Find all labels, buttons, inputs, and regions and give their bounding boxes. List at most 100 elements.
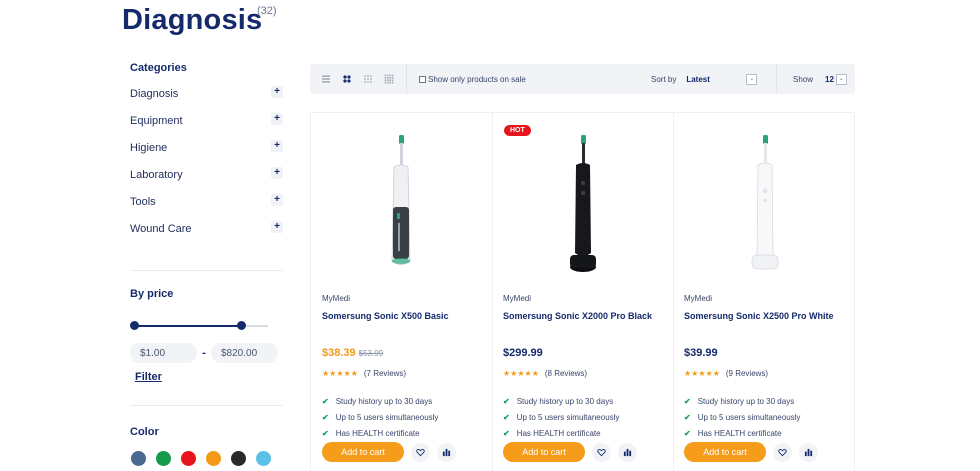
wishlist-button[interactable]: [411, 442, 430, 462]
wishlist-button[interactable]: [592, 442, 611, 462]
color-swatch[interactable]: [256, 451, 271, 466]
grid-4-view-icon[interactable]: [384, 74, 394, 84]
price-separator: -: [202, 347, 206, 359]
show-count-control[interactable]: Show 12 ⌄: [793, 74, 847, 85]
product-image[interactable]: [492, 131, 673, 281]
review-count[interactable]: (8 Reviews): [545, 369, 587, 378]
chevron-down-icon[interactable]: ⌄: [746, 74, 758, 85]
slider-min-handle[interactable]: [130, 321, 139, 330]
category-label: Equipment: [130, 115, 183, 127]
product-image[interactable]: [673, 131, 854, 281]
product-name[interactable]: Somersung Sonic X500 Basic: [322, 311, 449, 321]
category-list: Diagnosis + Equipment + Higiene + Labora…: [130, 86, 285, 250]
product-card[interactable]: MyMedi Somersung Sonic X2500 Pro White $…: [673, 113, 855, 471]
product-actions: Add to cart: [684, 442, 818, 462]
color-swatch[interactable]: [231, 451, 246, 466]
toothbrush-image: [751, 135, 779, 270]
heart-icon: [778, 448, 787, 456]
max-price-input[interactable]: [211, 343, 278, 363]
add-to-cart-button[interactable]: Add to cart: [684, 442, 766, 462]
page-title: Diagnosis: [122, 4, 263, 36]
wishlist-button[interactable]: [773, 442, 792, 462]
feature-text: Up to 5 users simultaneously: [697, 412, 801, 422]
checkbox-box[interactable]: [419, 75, 426, 83]
feature-text: Study history up to 30 days: [516, 396, 614, 406]
feature-item: ✔ Up to 5 users simultaneously: [684, 409, 800, 425]
review-count[interactable]: (7 Reviews): [364, 369, 406, 378]
category-item-wound-care[interactable]: Wound Care +: [130, 221, 285, 250]
category-item-diagnosis[interactable]: Diagnosis +: [130, 86, 285, 115]
category-item-higiene[interactable]: Higiene +: [130, 140, 285, 169]
shop-toolbar: Show only products on sale Sort by Lates…: [310, 64, 855, 94]
price-heading: By price: [130, 288, 174, 300]
product-rating: ★★★★★ (9 Reviews): [684, 369, 768, 378]
filter-button[interactable]: Filter: [135, 371, 162, 383]
check-icon: ✔: [503, 396, 510, 406]
categories-heading: Categories: [130, 62, 187, 74]
add-to-cart-button[interactable]: Add to cart: [503, 442, 585, 462]
expand-plus-icon[interactable]: +: [271, 221, 283, 233]
check-icon: ✔: [684, 428, 691, 438]
compare-button[interactable]: [618, 442, 637, 462]
category-item-laboratory[interactable]: Laboratory +: [130, 167, 285, 196]
product-image[interactable]: [311, 131, 492, 281]
feature-item: ✔ Up to 5 users simultaneously: [503, 409, 619, 425]
sidebar-divider: [130, 270, 283, 271]
sale-price: $38.39: [322, 347, 356, 359]
min-price-input[interactable]: [130, 343, 197, 363]
category-item-tools[interactable]: Tools +: [130, 194, 285, 223]
expand-plus-icon[interactable]: +: [271, 194, 283, 206]
compare-chart-icon: [442, 448, 451, 456]
star-rating-icon: ★★★★★: [684, 369, 720, 378]
check-icon: ✔: [684, 396, 691, 406]
heart-icon: [597, 448, 606, 456]
sort-control[interactable]: Sort by Latest ⌄: [651, 74, 758, 85]
color-swatch[interactable]: [131, 451, 146, 466]
star-rating-icon: ★★★★★: [322, 369, 358, 378]
slider-max-handle[interactable]: [237, 321, 247, 330]
sort-label: Sort by: [651, 75, 677, 84]
color-swatch[interactable]: [156, 451, 171, 466]
onsale-checkbox[interactable]: Show only products on sale: [419, 75, 526, 84]
compare-button[interactable]: [799, 442, 818, 462]
compare-chart-icon: [623, 448, 632, 456]
check-icon: ✔: [322, 396, 329, 406]
list-view-icon[interactable]: [321, 74, 331, 84]
sort-value[interactable]: Latest: [686, 75, 746, 84]
sidebar-divider: [130, 405, 283, 406]
category-label: Laboratory: [130, 169, 183, 181]
product-price: $38.39 $53.99: [322, 347, 383, 359]
check-icon: ✔: [503, 428, 510, 438]
feature-item: ✔ Study history up to 30 days: [322, 393, 438, 409]
grid-2-view-icon[interactable]: [342, 74, 352, 84]
check-icon: ✔: [503, 412, 510, 422]
grid-3-view-icon[interactable]: [363, 74, 373, 84]
product-actions: Add to cart: [322, 442, 456, 462]
product-name[interactable]: Somersung Sonic X2500 Pro White: [684, 311, 834, 321]
toothbrush-image: [391, 135, 411, 265]
product-name[interactable]: Somersung Sonic X2000 Pro Black: [503, 311, 652, 321]
chevron-down-icon[interactable]: ⌄: [835, 74, 847, 85]
price-slider[interactable]: [130, 321, 268, 331]
toolbar-divider: [776, 64, 777, 94]
expand-plus-icon[interactable]: +: [271, 167, 283, 179]
category-item-equipment[interactable]: Equipment +: [130, 113, 285, 142]
show-value[interactable]: 12: [825, 75, 834, 84]
expand-plus-icon[interactable]: +: [271, 140, 283, 152]
review-count[interactable]: (9 Reviews): [726, 369, 768, 378]
feature-item: ✔ Study history up to 30 days: [684, 393, 800, 409]
expand-plus-icon[interactable]: +: [271, 113, 283, 125]
view-toggle: [321, 74, 394, 84]
add-to-cart-button[interactable]: Add to cart: [322, 442, 404, 462]
product-card[interactable]: HOT MyMedi Somersung Sonic X2000 Pro Bla…: [492, 113, 674, 471]
color-swatch[interactable]: [181, 451, 196, 466]
toolbar-divider: [406, 64, 407, 94]
product-card[interactable]: MyMedi Somersung Sonic X500 Basic $38.39…: [311, 113, 493, 471]
compare-button[interactable]: [437, 442, 456, 462]
category-label: Diagnosis: [130, 88, 179, 100]
product-actions: Add to cart: [503, 442, 637, 462]
product-grid: MyMedi Somersung Sonic X500 Basic $38.39…: [310, 112, 855, 471]
color-swatch[interactable]: [206, 451, 221, 466]
expand-plus-icon[interactable]: +: [271, 86, 283, 98]
category-label: Higiene: [130, 142, 168, 154]
